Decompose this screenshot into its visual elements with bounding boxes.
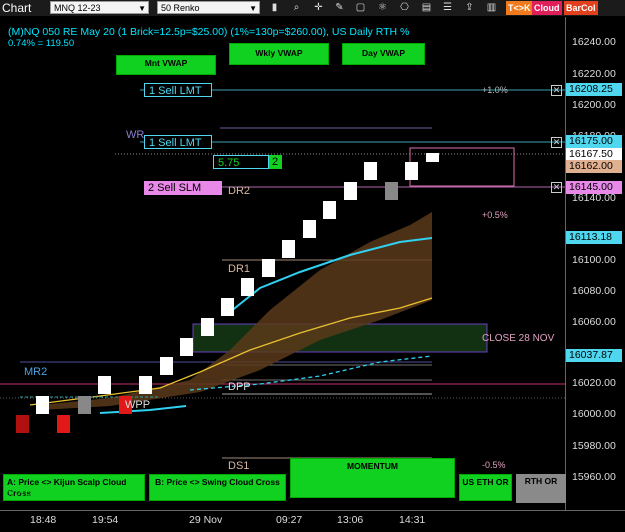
price-tick-label: 16100.00 bbox=[572, 254, 616, 266]
time-tick-label: 19:54 bbox=[92, 514, 119, 526]
close-28-nov-label: CLOSE 28 NOV bbox=[482, 333, 555, 344]
renko-brick-down bbox=[57, 415, 70, 433]
order-qty-field[interactable]: 5.75 bbox=[213, 155, 269, 169]
renko-brick-up bbox=[36, 396, 49, 414]
close-icon[interactable]: ✕ bbox=[551, 182, 562, 193]
time-tick-label: 29 Nov bbox=[189, 514, 223, 526]
sell-stop-order[interactable]: 2 Sell SLM bbox=[144, 181, 222, 195]
position-box bbox=[409, 147, 515, 187]
day-vwap-button[interactable]: Day VWAP bbox=[342, 43, 425, 65]
price-tag: 16208.25 bbox=[566, 83, 622, 96]
price-tick-label: 16240.00 bbox=[572, 36, 616, 48]
price-tag: 16175.00 bbox=[566, 135, 622, 148]
dpp-label: DPP bbox=[228, 381, 251, 393]
swing-cross-button[interactable]: B: Price <> Swing Cloud Cross bbox=[149, 474, 286, 501]
time-tick-label: 14:31 bbox=[399, 514, 426, 526]
renko-brick-up bbox=[160, 357, 173, 375]
dr2-label: DR2 bbox=[228, 185, 251, 197]
renko-brick-up bbox=[323, 201, 336, 219]
price-tag: 16162.00 bbox=[566, 160, 622, 173]
copyright-watermark: © 2023 NinjaTrader, LLC bbox=[5, 488, 121, 500]
renko-brick-up bbox=[139, 376, 152, 394]
renko-brick-up bbox=[180, 338, 193, 356]
renko-brick-neutral bbox=[78, 396, 91, 414]
mnt-vwap-button[interactable]: Mnt VWAP bbox=[116, 55, 216, 75]
renko-brick-up bbox=[262, 259, 275, 277]
renko-brick-current bbox=[426, 153, 439, 162]
price-tick-label: 16200.00 bbox=[572, 99, 616, 111]
price-tag: 16145.00 bbox=[566, 181, 622, 194]
price-tick-label: 16020.00 bbox=[572, 377, 616, 389]
rth-or-button[interactable]: RTH OR bbox=[516, 474, 566, 503]
price-tick-label: 16060.00 bbox=[572, 316, 616, 328]
pct-minus-05-label: -0.5% bbox=[482, 460, 506, 470]
price-tag: 16113.18 bbox=[566, 231, 622, 244]
price-tick-label: 15960.00 bbox=[572, 471, 616, 483]
renko-brick-up bbox=[282, 240, 295, 258]
renko-brick-up bbox=[344, 182, 357, 200]
wpp-label: WPP bbox=[125, 399, 151, 411]
renko-brick-down bbox=[16, 415, 29, 433]
time-axis[interactable] bbox=[0, 510, 625, 511]
chart-canvas[interactable] bbox=[0, 0, 625, 532]
pct-plus-05-label: +0.5% bbox=[482, 210, 508, 220]
renko-brick-up bbox=[405, 162, 418, 180]
pct-plus-1-label: +1.0% bbox=[482, 85, 508, 95]
price-tick-label: 16000.00 bbox=[572, 408, 616, 420]
renko-brick-up bbox=[98, 376, 111, 394]
dr1-label: DR1 bbox=[228, 263, 251, 275]
price-tick-label: 15980.00 bbox=[572, 440, 616, 452]
renko-brick-neutral bbox=[385, 182, 398, 200]
close-icon[interactable]: ✕ bbox=[551, 85, 562, 96]
range-info: 0.74% = 119.50 bbox=[8, 38, 75, 49]
wr-label: WR bbox=[126, 129, 145, 141]
sell-limit-order-1[interactable]: 1 Sell LMT bbox=[144, 83, 212, 97]
price-tick-label: 16220.00 bbox=[572, 68, 616, 80]
sell-limit-order-2[interactable]: 1 Sell LMT bbox=[144, 135, 212, 149]
close-icon[interactable]: ✕ bbox=[551, 137, 562, 148]
order-qty-badge: 2 bbox=[269, 155, 282, 169]
wkly-vwap-button[interactable]: Wkly VWAP bbox=[229, 43, 329, 65]
mr2-label: MR2 bbox=[24, 366, 48, 378]
momentum-button[interactable]: MOMENTUM bbox=[290, 458, 455, 498]
time-tick-label: 09:27 bbox=[276, 514, 303, 526]
renko-brick-up bbox=[221, 298, 234, 316]
renko-brick-up bbox=[201, 318, 214, 336]
ds1-label: DS1 bbox=[228, 460, 250, 472]
renko-brick-up bbox=[303, 220, 316, 238]
instrument-info: (M)NQ 050 RE May 20 (1 Brick=12.5p=$25.0… bbox=[8, 26, 410, 38]
renko-brick-up bbox=[364, 162, 377, 180]
time-tick-label: 18:48 bbox=[30, 514, 57, 526]
us-eth-or-button[interactable]: US ETH OR bbox=[459, 474, 512, 501]
time-tick-label: 13:06 bbox=[337, 514, 364, 526]
price-tick-label: 16080.00 bbox=[572, 285, 616, 297]
renko-brick-up bbox=[241, 278, 254, 296]
price-tag: 16037.87 bbox=[566, 349, 622, 362]
